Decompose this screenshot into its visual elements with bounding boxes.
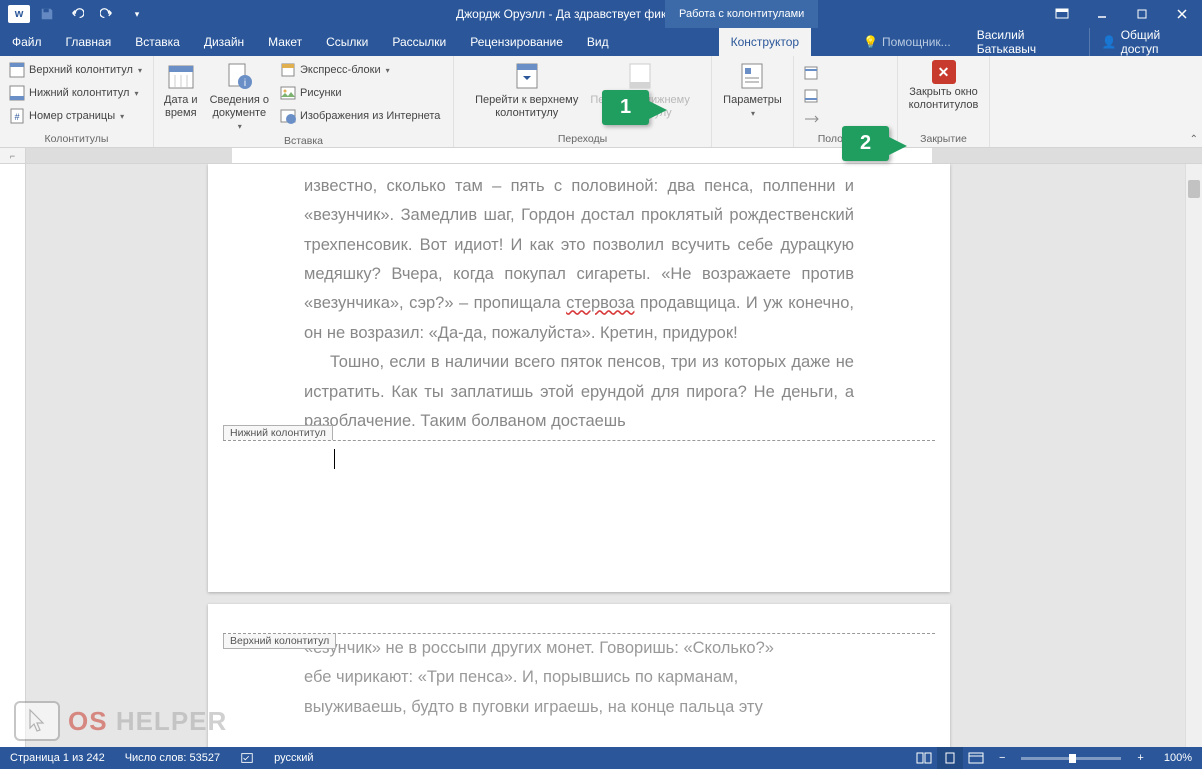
quick-parts-button[interactable]: Экспресс-блоки▾	[277, 59, 443, 81]
status-language[interactable]: русский	[264, 752, 323, 764]
user-name[interactable]: Василий Батькавыч	[963, 28, 1089, 56]
doc-info-button[interactable]: iСведения о документе▾	[204, 58, 275, 134]
group-nav-label: Переходы	[458, 132, 707, 147]
position-tab-field[interactable]	[800, 108, 822, 130]
page-number-button[interactable]: #Номер страницы▾	[6, 105, 145, 127]
online-pictures-button[interactable]: Изображения из Интернета	[277, 105, 443, 127]
header-tag: Верхний колонтитул	[223, 634, 336, 649]
ribbon-tabs: Файл Главная Вставка Дизайн Макет Ссылки…	[0, 28, 1202, 56]
watermark: OS HELPER	[14, 701, 227, 741]
tab-review[interactable]: Рецензирование	[458, 28, 575, 56]
zoom-out-icon[interactable]: −	[989, 752, 1015, 764]
ruler-vertical[interactable]	[0, 164, 26, 747]
tab-selector[interactable]: ⌐	[0, 148, 26, 163]
callout-2: 2	[842, 126, 889, 161]
header-top-button[interactable]: Верхний колонтитул▾	[6, 59, 145, 81]
options-button[interactable]: Параметры▾	[717, 58, 788, 121]
context-tab-label: Работа с колонтитулами	[665, 0, 818, 28]
group-headers-label: Колонтитулы	[4, 132, 149, 147]
tab-layout[interactable]: Макет	[256, 28, 314, 56]
close-header-footer-button[interactable]: ✕ Закрыть окно колонтитулов	[903, 58, 985, 114]
tab-references[interactable]: Ссылки	[314, 28, 380, 56]
share-button[interactable]: 👤 Общий доступ	[1089, 28, 1202, 56]
position-top-field[interactable]	[800, 62, 822, 84]
header-zone[interactable]: Верхний колонтитул	[223, 604, 935, 634]
ribbon: 1 2 Верхний колонтитул▾ Нижний колонтиту…	[0, 56, 1202, 148]
body-text: известно, сколько там – пять с половиной…	[208, 164, 950, 440]
date-time-button[interactable]: Дата и время	[158, 58, 204, 122]
redo-icon[interactable]	[94, 2, 120, 26]
scrollbar-vertical[interactable]	[1185, 164, 1202, 747]
zoom-level[interactable]: 100%	[1154, 752, 1202, 764]
page[interactable]: известно, сколько там – пять с половиной…	[208, 164, 950, 592]
close-x-icon: ✕	[932, 60, 956, 84]
tab-file[interactable]: Файл	[0, 28, 54, 56]
zoom-in-icon[interactable]: +	[1127, 752, 1153, 764]
qat-customize-icon[interactable]: ▾	[124, 2, 150, 26]
footer-zone[interactable]: Нижний колонтитул	[223, 440, 935, 516]
spelling-error: стервоза	[566, 294, 634, 312]
zoom-slider[interactable]	[1021, 757, 1121, 760]
minimize-icon[interactable]	[1082, 0, 1122, 28]
view-read-icon[interactable]	[911, 747, 937, 769]
svg-text:i: i	[244, 78, 246, 89]
position-bottom-field[interactable]	[800, 85, 822, 107]
tab-design[interactable]: Дизайн	[192, 28, 256, 56]
collapse-ribbon-icon[interactable]: ⌃	[1190, 134, 1198, 145]
footer-tag: Нижний колонтитул	[223, 425, 333, 440]
page[interactable]: Верхний колонтитул «езунчик» не в россып…	[208, 604, 950, 747]
title-bar: w ▾ Джордж Оруэлл - Да здравствует фикус…	[0, 0, 1202, 28]
view-print-icon[interactable]	[937, 747, 963, 769]
share-icon: 👤	[1102, 35, 1117, 49]
status-bar: Страница 1 из 242 Число слов: 53527 русс…	[0, 747, 1202, 769]
status-proofing-icon[interactable]	[230, 751, 264, 765]
callout-1: 1	[602, 90, 649, 125]
group-close-label: Закрытие	[902, 132, 985, 147]
undo-icon[interactable]	[64, 2, 90, 26]
maximize-icon[interactable]	[1122, 0, 1162, 28]
ruler-horizontal[interactable]: ⌐	[0, 148, 1202, 164]
header-bottom-button[interactable]: Нижний колонтитул▾	[6, 82, 145, 104]
tab-mailings[interactable]: Рассылки	[380, 28, 458, 56]
lightbulb-icon: 💡	[863, 35, 878, 49]
group-insert-label: Вставка	[158, 134, 449, 149]
tab-insert[interactable]: Вставка	[123, 28, 192, 56]
word-app-icon: w	[8, 5, 30, 23]
close-icon[interactable]	[1162, 0, 1202, 28]
text-cursor	[334, 449, 335, 469]
pictures-button[interactable]: Рисунки	[277, 82, 443, 104]
ribbon-display-icon[interactable]	[1042, 0, 1082, 28]
svg-text:#: #	[14, 112, 19, 122]
view-web-icon[interactable]	[963, 747, 989, 769]
document-area: известно, сколько там – пять с половиной…	[0, 164, 1202, 747]
cursor-arrow-icon	[14, 701, 60, 741]
go-header-button[interactable]: Перейти к верхнему колонтитулу	[469, 58, 584, 122]
scroll-thumb[interactable]	[1188, 180, 1200, 198]
tab-view[interactable]: Вид	[575, 28, 621, 56]
status-page[interactable]: Страница 1 из 242	[0, 752, 115, 764]
tell-me[interactable]: 💡 Помощник...	[851, 35, 963, 49]
group-options-label	[716, 144, 789, 147]
tab-constructor[interactable]: Конструктор	[719, 28, 811, 56]
status-word-count[interactable]: Число слов: 53527	[115, 752, 230, 764]
save-icon[interactable]	[34, 2, 60, 26]
tab-home[interactable]: Главная	[54, 28, 124, 56]
